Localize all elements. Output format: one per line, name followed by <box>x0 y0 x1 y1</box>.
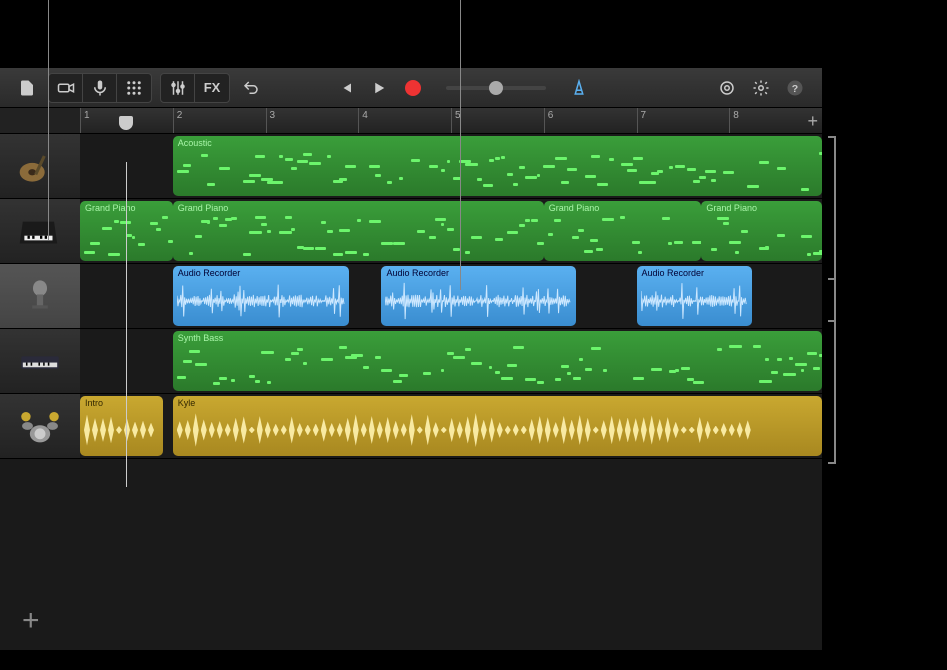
region-bracket <box>828 278 836 322</box>
midi-notes <box>177 345 818 387</box>
my-songs-button[interactable] <box>10 74 44 102</box>
region-synth-bass-0[interactable]: Synth Bass <box>173 331 822 391</box>
ruler[interactable]: 12345678 + <box>80 108 822 133</box>
audio-waveform <box>177 280 345 322</box>
audio-waveform <box>385 280 572 322</box>
ruler-tick: 8 <box>729 108 739 133</box>
track-header-audio-recorder[interactable] <box>0 264 80 328</box>
playhead-line <box>126 162 127 487</box>
loop-button[interactable] <box>710 74 744 102</box>
drummer-pattern <box>84 408 159 452</box>
keyboard-icon <box>15 341 65 381</box>
controls-group: FX <box>160 73 230 103</box>
mic-view-button[interactable] <box>83 74 117 102</box>
region-label: Grand Piano <box>85 203 136 213</box>
record-button[interactable] <box>396 74 430 102</box>
settings-button[interactable] <box>744 74 778 102</box>
region-audio-recorder-2[interactable]: Audio Recorder <box>637 266 753 326</box>
volume-slider[interactable] <box>446 86 546 90</box>
audio-waveform <box>641 280 749 322</box>
region-grand-piano-3[interactable]: Grand Piano <box>701 201 822 261</box>
rewind-button[interactable] <box>328 74 362 102</box>
region-drums-1[interactable]: Kyle <box>173 396 822 456</box>
ruler-tick: 2 <box>173 108 183 133</box>
fx-button[interactable]: FX <box>195 74 229 102</box>
callout-line-2 <box>460 0 461 290</box>
tracks-area: AcousticGrand PianoGrand PianoGrand Pian… <box>0 134 822 459</box>
midi-notes <box>177 150 818 192</box>
guitar-icon <box>15 146 65 186</box>
region-label: Grand Piano <box>178 203 229 213</box>
region-grand-piano-2[interactable]: Grand Piano <box>544 201 702 261</box>
track-lane-drums[interactable]: Intro Kyle <box>80 394 822 458</box>
region-label: Audio Recorder <box>642 268 705 278</box>
svg-text:?: ? <box>792 82 798 94</box>
piano-icon <box>15 211 65 251</box>
ruler-tick: 4 <box>358 108 368 133</box>
region-label: Intro <box>85 398 103 408</box>
drummer-pattern <box>177 408 818 452</box>
midi-notes <box>548 215 698 257</box>
playhead-marker[interactable] <box>119 116 133 130</box>
track-lane-acoustic-guitar[interactable]: Acoustic <box>80 134 822 198</box>
volume-thumb[interactable] <box>489 81 503 95</box>
region-audio-recorder-0[interactable]: Audio Recorder <box>173 266 349 326</box>
mic-icon <box>15 276 65 316</box>
region-label: Synth Bass <box>178 333 224 343</box>
region-acoustic-guitar-0[interactable]: Acoustic <box>173 136 822 196</box>
midi-notes <box>177 215 540 257</box>
metronome-button[interactable] <box>562 74 596 102</box>
track-header-synth-bass[interactable] <box>0 329 80 393</box>
track-lane-synth-bass[interactable]: Synth Bass <box>80 329 822 393</box>
track-header-acoustic-guitar[interactable] <box>0 134 80 198</box>
grid-view-button[interactable] <box>117 74 151 102</box>
ruler-tick: 3 <box>266 108 276 133</box>
track-lane-grand-piano[interactable]: Grand Piano Grand Piano Grand Piano Grand P… <box>80 199 822 263</box>
callout-line-1 <box>48 0 49 240</box>
ruler-tick: 1 <box>80 108 90 133</box>
midi-notes <box>705 215 818 257</box>
ruler-tick: 7 <box>637 108 647 133</box>
track-header-grand-piano[interactable] <box>0 199 80 263</box>
region-grand-piano-1[interactable]: Grand Piano <box>173 201 544 261</box>
garageband-window: FX ? 12345678 <box>0 68 822 650</box>
track-lane-audio-recorder[interactable]: Audio Recorder Audio Recorder Audio Record… <box>80 264 822 328</box>
undo-button[interactable] <box>234 74 268 102</box>
ruler-row: 12345678 + <box>0 108 822 134</box>
view-mode-group <box>48 73 152 103</box>
mixer-button[interactable] <box>161 74 195 102</box>
track-row-audio-recorder: Audio Recorder Audio Recorder Audio Record… <box>0 264 822 329</box>
add-bar-button[interactable]: + <box>807 111 818 132</box>
drumkit-icon <box>15 406 65 446</box>
camera-view-button[interactable] <box>49 74 83 102</box>
add-track-button[interactable]: + <box>22 604 40 638</box>
region-label: Audio Recorder <box>386 268 449 278</box>
help-button[interactable]: ? <box>778 74 812 102</box>
region-label: Grand Piano <box>549 203 600 213</box>
region-label: Kyle <box>178 398 196 408</box>
toolbar: FX ? <box>0 68 822 108</box>
track-header-drums[interactable] <box>0 394 80 458</box>
region-label: Grand Piano <box>706 203 757 213</box>
track-row-acoustic-guitar: Acoustic <box>0 134 822 199</box>
region-drums-0[interactable]: Intro <box>80 396 163 456</box>
track-row-drums: Intro Kyle <box>0 394 822 459</box>
play-button[interactable] <box>362 74 396 102</box>
track-row-grand-piano: Grand Piano Grand Piano Grand Piano Grand P… <box>0 199 822 264</box>
track-row-synth-bass: Synth Bass <box>0 329 822 394</box>
region-audio-recorder-1[interactable]: Audio Recorder <box>381 266 576 326</box>
ruler-gutter <box>0 108 80 133</box>
region-label: Audio Recorder <box>178 268 241 278</box>
ruler-tick: 6 <box>544 108 554 133</box>
region-label: Acoustic <box>178 138 212 148</box>
